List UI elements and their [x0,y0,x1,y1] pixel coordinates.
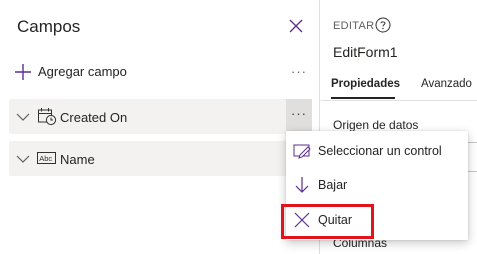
chevron-down-icon[interactable] [16,110,30,124]
fields-pane-title: Campos [17,17,81,36]
data-source-label: Origen de datos [333,118,419,132]
field-label: Name [60,152,95,167]
add-field-label: Agregar campo [38,64,127,79]
text-abc-icon: Abc [37,152,56,164]
tab-avanzado[interactable]: Avanzado [421,78,472,90]
close-button[interactable] [286,16,306,36]
select-control-icon [293,144,311,159]
menu-item-label: Quitar [318,213,353,227]
field-context-menu: Seleccionar un control Bajar Quitar [286,131,468,240]
section-label: EDITAR [333,20,375,32]
remove-x-icon [294,212,310,228]
plus-icon [15,64,31,80]
add-field-more-button[interactable]: ··· [288,64,310,80]
control-name: EditForm1 [333,44,398,60]
field-label: Created On [60,110,128,125]
add-field-button[interactable]: Agregar campo [11,60,311,84]
field-row-created-on[interactable]: Created On ··· [9,99,312,134]
svg-text:Abc: Abc [39,154,52,163]
chevron-down-icon[interactable] [16,152,30,166]
arrow-down-icon [295,177,309,193]
menu-item-move-down[interactable]: Bajar [286,170,468,200]
menu-item-label: Bajar [318,178,348,192]
help-icon[interactable] [375,17,391,33]
menu-item-remove[interactable]: Quitar [286,205,468,235]
close-icon [289,19,303,33]
tabs-divider [321,100,477,101]
fields-pane: Campos Agregar campo ··· Created On ··· [0,0,320,254]
field-row-name[interactable]: Abc Name [9,141,312,176]
menu-item-select-control[interactable]: Seleccionar un control [286,136,468,166]
active-tab-indicator [331,97,395,99]
calendar-clock-icon [38,108,57,126]
field-more-button[interactable]: ··· [286,99,312,134]
menu-item-label: Seleccionar un control [318,144,442,158]
tab-propiedades[interactable]: Propiedades [331,78,400,90]
